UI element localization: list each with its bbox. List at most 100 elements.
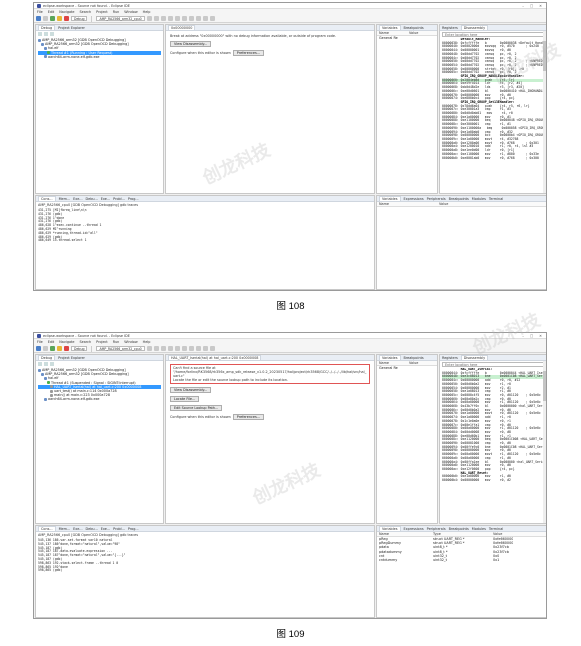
tab-peripherals[interactable]: Peripherals <box>427 527 446 531</box>
tab-breakpoints[interactable]: Breakpoints <box>449 197 469 201</box>
tab-peripherals[interactable]: Peripherals <box>427 197 446 201</box>
tree-item[interactable]: aarch64-arm-none-elf-gdb.exe <box>38 397 161 401</box>
menu-search[interactable]: Search <box>79 10 91 14</box>
toolbar-icon[interactable] <box>174 346 180 351</box>
toolbar-icon[interactable] <box>181 16 187 21</box>
menu-run[interactable]: Run <box>113 10 120 14</box>
table-row[interactable]: General Re <box>377 366 437 370</box>
tab-editor[interactable]: HAL_UART_Iserial(hal) at hal_uart.c:200 … <box>168 355 262 360</box>
toolbar-icon[interactable] <box>195 346 201 351</box>
tab-modules[interactable]: Modules <box>472 527 486 531</box>
collapse-icon[interactable] <box>38 362 42 366</box>
tab-registers[interactable]: Registers <box>442 356 458 360</box>
preferences-button[interactable]: Preferences... <box>232 50 264 56</box>
menu-window[interactable]: Window <box>124 10 137 14</box>
tab-disassembly[interactable]: Disassembly <box>460 25 489 30</box>
tab-debu[interactable]: Debu... <box>86 527 98 531</box>
location-input[interactable]: Enter location here <box>442 362 544 367</box>
tab-exe[interactable]: Exe... <box>73 527 82 531</box>
settings-icon[interactable] <box>146 346 152 351</box>
suspend-icon[interactable] <box>57 346 62 351</box>
tab-exe[interactable]: Exe... <box>101 527 110 531</box>
tab-variables[interactable]: Variables <box>379 196 401 201</box>
menu-edit[interactable]: Edit <box>48 340 55 344</box>
tab-probl[interactable]: Probl... <box>113 527 125 531</box>
resume-icon[interactable] <box>50 346 55 351</box>
settings-icon[interactable] <box>146 16 152 21</box>
menu-file[interactable]: File <box>37 340 43 344</box>
toolbar-icon[interactable] <box>43 16 48 21</box>
tab-expressions[interactable]: Expressions <box>404 527 424 531</box>
view-disassembly-button[interactable]: View Disassembly... <box>170 41 212 47</box>
toolbar-icon[interactable] <box>209 16 215 21</box>
toolbar-icon[interactable] <box>188 16 194 21</box>
menu-icon[interactable] <box>50 32 54 36</box>
tab-terminal[interactable]: Terminal <box>489 527 503 531</box>
toolbar-icon[interactable] <box>174 16 180 21</box>
tab-modules[interactable]: Modules <box>472 197 486 201</box>
toolbar-icon[interactable] <box>209 346 215 351</box>
tab-prog[interactable]: Prog... <box>128 197 139 201</box>
tab-expressions[interactable]: Expressions <box>404 197 424 201</box>
scrollbar[interactable] <box>543 31 546 193</box>
tab-mem[interactable]: Mem... <box>59 197 71 201</box>
tab-breakpoints[interactable]: Breakpoints <box>404 356 424 360</box>
maximize-icon[interactable]: □ <box>530 334 533 338</box>
debug-icon[interactable] <box>36 346 41 351</box>
link-icon[interactable] <box>44 32 48 36</box>
tab-variables[interactable]: Variables <box>379 25 401 30</box>
tab-exe[interactable]: Exe... <box>101 197 110 201</box>
minimize-icon[interactable]: – <box>522 334 524 338</box>
step-over-icon[interactable] <box>160 346 166 351</box>
suspend-icon[interactable] <box>57 16 62 21</box>
debug-icon[interactable] <box>36 16 41 21</box>
step-into-icon[interactable] <box>153 16 159 21</box>
tab-registers[interactable]: Registers <box>442 26 458 30</box>
menu-window[interactable]: Window <box>124 340 137 344</box>
menu-search[interactable]: Search <box>79 340 91 344</box>
view-disassembly-button[interactable]: View Disassembly... <box>170 387 212 393</box>
menu-icon[interactable] <box>50 362 54 366</box>
link-icon[interactable] <box>44 362 48 366</box>
debug-mode-select[interactable]: Debug <box>71 346 88 351</box>
tab-cons[interactable]: Cons... <box>38 196 56 201</box>
step-return-icon[interactable] <box>167 16 173 21</box>
tab-prog[interactable]: Prog... <box>128 527 139 531</box>
launch-config-select[interactable]: AMP_RA2566_arm32_cpu0 <box>96 346 145 351</box>
table-row[interactable]: General Re <box>377 36 437 40</box>
tab-debu[interactable]: Debu... <box>86 197 98 201</box>
resume-icon[interactable] <box>50 16 55 21</box>
tab-disassembly[interactable]: Disassembly <box>460 355 489 360</box>
menu-run[interactable]: Run <box>113 340 120 344</box>
scrollbar[interactable] <box>543 361 546 523</box>
tab-editor[interactable]: 0x00000000 <box>168 25 196 30</box>
menu-project[interactable]: Project <box>96 340 108 344</box>
step-return-icon[interactable] <box>167 346 173 351</box>
menu-navigate[interactable]: Navigate <box>59 340 74 344</box>
preferences-button[interactable]: Preferences... <box>232 414 264 420</box>
tab-cons[interactable]: Cons... <box>38 526 56 531</box>
tab-terminal[interactable]: Terminal <box>489 197 503 201</box>
menu-project[interactable]: Project <box>96 10 108 14</box>
launch-config-select[interactable]: AMP_RA2566_arm32_cpu0 <box>96 16 145 21</box>
tab-exe[interactable]: Exe... <box>73 197 82 201</box>
menu-help[interactable]: Help <box>143 340 151 344</box>
locate-file-button[interactable]: Locate File... <box>170 396 200 402</box>
debug-mode-select[interactable]: Debug <box>71 16 88 21</box>
tab-breakpoints[interactable]: Breakpoints <box>449 527 469 531</box>
tab-variables[interactable]: Variables <box>379 526 401 531</box>
close-icon[interactable]: ✕ <box>539 334 542 338</box>
collapse-icon[interactable] <box>38 32 42 36</box>
tab-mem[interactable]: Mem... <box>59 527 71 531</box>
toolbar-icon[interactable] <box>43 346 48 351</box>
terminate-icon[interactable] <box>64 16 69 21</box>
minimize-icon[interactable]: – <box>522 4 524 8</box>
menu-navigate[interactable]: Navigate <box>59 10 74 14</box>
tab-probl[interactable]: Probl... <box>113 197 125 201</box>
toolbar-icon[interactable] <box>195 16 201 21</box>
tab-variables[interactable]: Variables <box>379 355 401 360</box>
terminate-icon[interactable] <box>64 346 69 351</box>
toolbar-icon[interactable] <box>181 346 187 351</box>
tab-debug[interactable]: Debug <box>38 25 56 30</box>
tab-breakpoints[interactable]: Breakpoints <box>404 26 424 30</box>
